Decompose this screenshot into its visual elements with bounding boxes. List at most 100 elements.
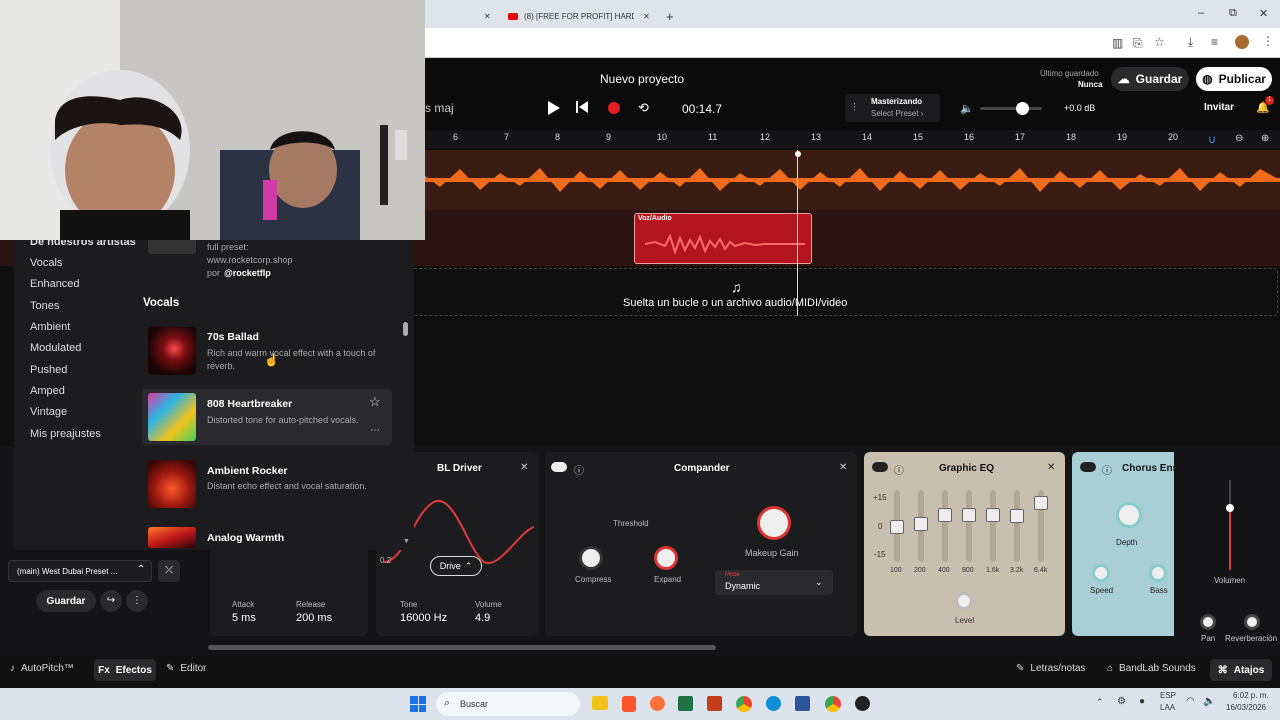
- download-icon[interactable]: ⤓: [1188, 35, 1193, 50]
- eq-band-slider[interactable]: [890, 490, 904, 562]
- publish-button[interactable]: ◍ Publicar: [1196, 67, 1272, 91]
- edge-icon[interactable]: [766, 696, 781, 711]
- audio-clip[interactable]: Voz/Audio: [634, 213, 812, 264]
- sounds-button[interactable]: ⌂ BandLab Sounds: [1107, 663, 1196, 674]
- eq-band-slider[interactable]: [1010, 490, 1024, 562]
- eq-band-handle[interactable]: [1010, 509, 1024, 523]
- eq-band-slider[interactable]: [962, 490, 976, 562]
- wifi-icon[interactable]: ◠: [1186, 696, 1195, 707]
- category-my-presets[interactable]: Mis preajustes: [30, 428, 101, 440]
- category-ambient[interactable]: Ambient: [30, 321, 70, 333]
- preset-thumb[interactable]: [148, 460, 196, 508]
- eq-band-handle[interactable]: [962, 508, 976, 522]
- word-icon[interactable]: [795, 696, 810, 711]
- cast-icon[interactable]: ⎘: [1133, 36, 1143, 51]
- rewind-button[interactable]: [576, 101, 588, 116]
- menu-icon[interactable]: ⋮: [1262, 34, 1274, 48]
- channel-volume-slider[interactable]: [1226, 480, 1234, 570]
- close-icon[interactable]: ✕: [520, 462, 528, 473]
- eq-band-handle[interactable]: [938, 508, 952, 522]
- preset-title[interactable]: 70s Ballad: [207, 331, 259, 343]
- effects-tab[interactable]: Fx Efectos: [94, 659, 156, 681]
- app-icon[interactable]: [855, 696, 870, 711]
- editor-button[interactable]: ✎ Editor: [166, 663, 207, 674]
- eq-band-slider[interactable]: [986, 490, 1000, 562]
- save-preset-button[interactable]: Guardar: [36, 590, 96, 612]
- key-label[interactable]: s maj: [425, 101, 454, 115]
- firefox-icon[interactable]: [650, 696, 665, 711]
- preset-title[interactable]: 808 Heartbreaker: [207, 398, 292, 410]
- favorite-star-icon[interactable]: ☆: [369, 394, 381, 410]
- close-icon[interactable]: ✕: [1047, 462, 1055, 473]
- info-icon[interactable]: ⓘ: [1102, 462, 1112, 477]
- reverb-knob[interactable]: [1244, 614, 1260, 630]
- category-tones[interactable]: Tones: [30, 300, 59, 312]
- magnet-icon[interactable]: ∪: [1208, 133, 1216, 146]
- play-button[interactable]: [538, 96, 570, 120]
- eq-band-handle[interactable]: [1034, 496, 1048, 510]
- eq-band-slider[interactable]: [914, 490, 928, 562]
- file-explorer-icon[interactable]: [592, 696, 608, 710]
- preset-thumb[interactable]: [148, 327, 196, 375]
- tray-chevron-icon[interactable]: ⌃: [1096, 697, 1104, 708]
- project-title[interactable]: Nuevo proyecto: [600, 72, 684, 86]
- powerpoint-icon[interactable]: [707, 696, 722, 711]
- loop-button[interactable]: ⟲: [638, 100, 649, 116]
- volume-icon[interactable]: 🔈: [1203, 696, 1215, 707]
- invite-button[interactable]: Invitar: [1204, 102, 1234, 113]
- expand-knob[interactable]: [654, 546, 678, 570]
- pan-knob[interactable]: [1200, 614, 1216, 630]
- autopitch-button[interactable]: ♪ AutoPitch™: [10, 663, 74, 674]
- taskbar-time[interactable]: 6:02 p. m.: [1233, 691, 1269, 700]
- more-options-button[interactable]: ⋮: [126, 590, 148, 612]
- media-icon[interactable]: ≡: [1211, 35, 1218, 49]
- mode-select[interactable]: Mode Dynamic ⌄: [715, 570, 833, 595]
- eq-band-slider[interactable]: [938, 490, 952, 562]
- preset-more-icon[interactable]: ⋯: [370, 425, 380, 436]
- tone-value[interactable]: 16000 Hz: [400, 612, 447, 624]
- maximize-button[interactable]: ⧉: [1229, 7, 1237, 20]
- taskbar-date[interactable]: 16/03/2026: [1226, 703, 1266, 712]
- tray-icon[interactable]: ●: [1139, 696, 1145, 707]
- preset-title[interactable]: Analog Warmth: [207, 532, 284, 544]
- windows-start-icon[interactable]: [410, 696, 426, 712]
- shortcuts-button[interactable]: ⌘ Atajos: [1210, 659, 1272, 681]
- drop-zone[interactable]: ♫ Suelta un bucle o un archivo audio/MID…: [400, 268, 1278, 316]
- preset-title[interactable]: Ambient Rocker: [207, 465, 288, 477]
- preset-select[interactable]: (main) West Dubai Preset ... ⌃: [8, 560, 152, 582]
- category-amped[interactable]: Amped: [30, 385, 65, 397]
- drive-selector[interactable]: Drive ⌃: [430, 556, 482, 576]
- eq-band-handle[interactable]: [986, 508, 1000, 522]
- eq-toggle[interactable]: [872, 462, 888, 472]
- minimize-button[interactable]: –: [1198, 7, 1204, 19]
- new-tab-button[interactable]: +: [666, 5, 674, 27]
- brave-icon[interactable]: [622, 696, 636, 712]
- taskbar-search[interactable]: ⌕ Buscar: [436, 692, 580, 716]
- close-icon[interactable]: ✕: [839, 462, 847, 473]
- category-enhanced[interactable]: Enhanced: [30, 278, 80, 290]
- bookmark-star-icon[interactable]: ☆: [1154, 35, 1165, 49]
- info-icon[interactable]: ⓘ: [894, 462, 904, 477]
- close-window-button[interactable]: ✕: [1259, 7, 1268, 20]
- tab-close-icon-2[interactable]: ✕: [643, 5, 650, 27]
- preset-thumb[interactable]: [148, 527, 196, 548]
- chrome-profile-icon[interactable]: [825, 696, 841, 712]
- playhead-handle[interactable]: [795, 151, 801, 157]
- chrome-icon[interactable]: [736, 696, 752, 712]
- compress-knob[interactable]: [579, 546, 603, 570]
- zoom-out-icon[interactable]: ⊖: [1235, 133, 1243, 144]
- eq-band-handle[interactable]: [890, 520, 904, 534]
- reader-icon[interactable]: ▥: [1112, 36, 1123, 50]
- attack-value[interactable]: 5 ms: [232, 612, 256, 624]
- category-vintage[interactable]: Vintage: [30, 406, 67, 418]
- master-volume-handle[interactable]: [1016, 102, 1029, 115]
- eq-band-slider[interactable]: [1034, 490, 1048, 562]
- compander-toggle[interactable]: [551, 462, 567, 472]
- effects-scrollbar[interactable]: [208, 645, 716, 650]
- eq-band-handle[interactable]: [914, 517, 928, 531]
- top-preset-author[interactable]: @rocketflp: [224, 267, 271, 280]
- category-pushed[interactable]: Pushed: [30, 364, 67, 376]
- info-icon[interactable]: ⓘ: [574, 462, 584, 477]
- language-1[interactable]: ESP: [1160, 691, 1176, 700]
- chorus-toggle[interactable]: [1080, 462, 1096, 472]
